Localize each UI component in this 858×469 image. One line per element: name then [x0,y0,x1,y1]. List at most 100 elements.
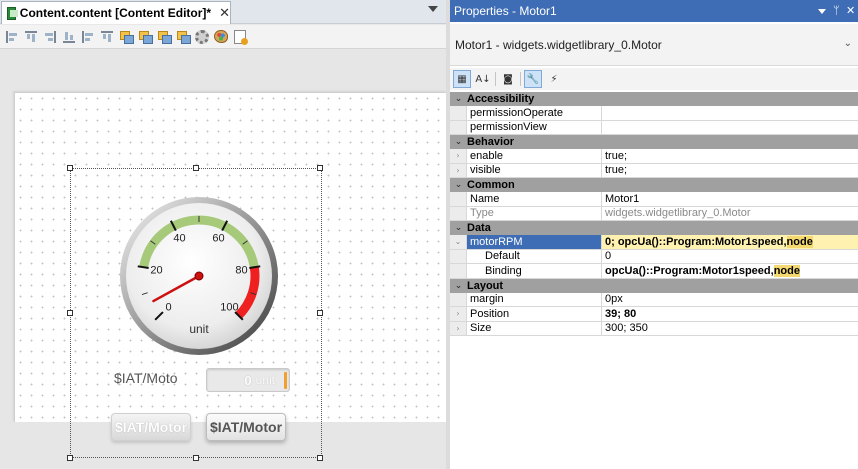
motor-button-disabled[interactable]: $IAT/Motor [111,413,191,441]
close-icon[interactable]: ✕ [219,6,230,21]
properties-titlebar: Properties - Motor1 ᛘ ✕ [450,0,858,22]
events-view-button[interactable]: ◙ [499,70,517,88]
resize-handle-left[interactable] [67,310,73,316]
content-file-icon [7,6,18,20]
motor-button[interactable]: $IAT/Motor [206,413,286,441]
property-row-visible[interactable]: › visible true; [450,163,858,178]
property-name: Position [467,307,602,321]
expand-chevron-icon[interactable]: › [450,149,467,163]
gauge-tick-label-20: 20 [150,264,162,276]
motor-gauge[interactable]: 0 20 40 60 80 100 unit [117,196,282,356]
numeric-input[interactable]: 0 unit [206,368,290,392]
bring-to-front-button[interactable] [118,29,134,45]
property-row-size[interactable]: › Size 300; 350 [450,321,858,336]
resize-handle-bottom[interactable] [193,455,199,461]
align-bottom-button[interactable] [61,29,77,45]
resize-handle-top[interactable] [193,165,199,171]
categorized-icon: ▦ [457,73,467,85]
gauge-tick-label-40: 40 [173,233,185,245]
property-row-motorRPM[interactable]: ⌄ motorRPM 0; opcUa()::Program:Motor1spe… [450,235,858,250]
resize-handle-right[interactable] [317,310,323,316]
property-row-default[interactable]: Default 0 [450,249,858,264]
tab-list-dropdown-icon[interactable] [428,6,438,12]
gauge-tick-label-0: 0 [166,301,172,313]
properties-view-button[interactable]: 🔧 [524,70,542,88]
category-label: Common [467,179,515,191]
property-row-permissionView[interactable]: permissionView [450,120,858,135]
panel-menu-chevron-icon[interactable] [818,9,826,14]
property-name: enable [467,149,602,163]
close-icon[interactable]: ✕ [846,4,855,17]
document-properties-button[interactable] [232,29,248,45]
resize-handle-bottom-right[interactable] [317,455,323,461]
category-accessibility[interactable]: ⌄ Accessibility [450,92,858,106]
category-behavior[interactable]: ⌄ Behavior [450,135,858,149]
binding-expression: opcUa()::Program:Motor1speed, [605,264,774,277]
expand-chevron-icon[interactable]: › [450,321,467,335]
bring-to-front-icon [119,30,134,44]
property-value[interactable]: true; [602,149,858,163]
align-right-button[interactable] [42,29,58,45]
property-value[interactable]: true; [602,164,858,178]
property-row-binding[interactable]: Binding opcUa()::Program:Motor1speed, nod… [450,264,858,279]
bring-forward-button[interactable] [156,29,172,45]
expand-chevron-icon[interactable]: › [450,163,467,177]
property-value[interactable] [602,121,858,135]
resize-handle-top-left[interactable] [67,165,73,171]
collapse-chevron-icon[interactable]: ⌄ [450,137,467,147]
collapse-chevron-icon[interactable]: ⌄ [450,94,467,104]
property-row-enable[interactable]: › enable true; [450,149,858,164]
toolbar-separator [495,72,496,86]
center-horizontal-button[interactable] [99,29,115,45]
property-value[interactable]: 0; opcUa()::Program:Motor1speed, node [602,235,858,249]
collapse-chevron-icon[interactable]: ⌄ [450,223,467,233]
document-edit-icon [234,29,248,45]
category-data[interactable]: ⌄ Data [450,221,858,235]
gear-icon [195,29,209,44]
category-common[interactable]: ⌄ Common [450,178,858,192]
center-horizontal-icon [101,30,113,43]
property-value[interactable]: 300; 350 [602,322,858,336]
alphabetical-view-button[interactable]: A↓ [474,70,492,88]
property-value[interactable]: 39; 80 [602,307,858,321]
collapse-chevron-icon[interactable]: ⌄ [450,281,467,291]
send-to-back-button[interactable] [137,29,153,45]
object-selector-value: Motor1 - widgets.widgetlibrary_0.Motor [455,37,662,52]
collapse-chevron-icon[interactable]: ⌄ [450,235,467,249]
property-value[interactable]: Motor1 [602,192,858,206]
send-to-back-icon [138,30,153,44]
gauge-tick-label-100: 100 [220,301,238,313]
center-vertical-button[interactable] [80,29,96,45]
resize-handle-top-right[interactable] [317,165,323,171]
category-label: Behavior [467,136,515,148]
property-row-margin[interactable]: margin 0px [450,292,858,307]
property-name: permissionOperate [467,106,602,120]
pin-icon[interactable]: ᛘ [833,4,840,17]
property-name: Binding [467,264,602,278]
center-vertical-icon [82,30,94,43]
gauge-tick-label-80: 80 [235,264,247,276]
align-left-button[interactable] [4,29,20,45]
bring-forward-icon [157,30,172,44]
property-value[interactable]: 0 [602,250,858,264]
collapse-chevron-icon[interactable]: ⌄ [450,180,467,190]
properties-toolbar: ▦ A↓ ◙ 🔧 ⚡ [450,68,858,90]
resize-handle-bottom-left[interactable] [67,455,73,461]
property-value[interactable]: 0px [602,293,858,307]
document-tab[interactable]: Content.content [Content Editor]* ✕ [1,1,231,24]
property-value[interactable]: opcUa()::Program:Motor1speed, node [602,264,858,278]
settings-button[interactable] [194,29,210,45]
object-selector-dropdown[interactable]: Motor1 - widgets.widgetlibrary_0.Motor ⌄ [450,24,858,66]
category-layout[interactable]: ⌄ Layout [450,278,858,293]
property-row-position[interactable]: › Position 39; 80 [450,307,858,322]
send-backward-button[interactable] [175,29,191,45]
actions-view-button[interactable]: ⚡ [545,70,563,88]
align-top-button[interactable] [23,29,39,45]
property-row-name[interactable]: Name Motor1 [450,192,858,207]
expand-chevron-icon[interactable]: › [450,307,467,321]
categorized-view-button[interactable]: ▦ [453,70,471,88]
property-value[interactable] [602,106,858,120]
styles-button[interactable] [213,29,229,45]
property-row-permissionOperate[interactable]: permissionOperate [450,106,858,121]
property-name: margin [467,292,602,306]
